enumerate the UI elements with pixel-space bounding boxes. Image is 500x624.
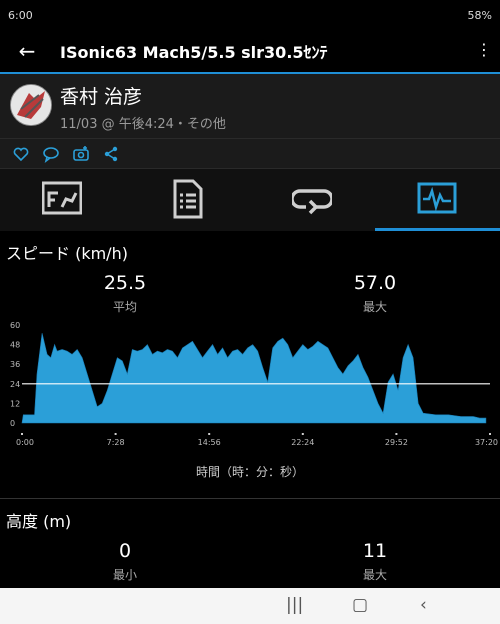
x-tick-mark (395, 433, 398, 435)
y-tick-label: 0 (10, 419, 15, 428)
action-row (0, 138, 500, 169)
share-icon[interactable] (102, 145, 120, 163)
x-tick-mark (21, 433, 23, 435)
speed-section-title: スピード (km/h) (6, 244, 128, 263)
elevation-max-label: 最大 (362, 568, 387, 582)
status-battery: 58% (467, 9, 492, 22)
y-tick-label: 60 (10, 321, 20, 330)
activity-meta: 11/03 @ 午後4:24・その他 (60, 117, 226, 132)
add-photo-icon[interactable] (72, 145, 90, 163)
x-tick-mark (301, 433, 304, 435)
details-icon (173, 179, 203, 219)
x-tick-label: 37:20 (475, 438, 498, 447)
section-divider (0, 498, 500, 499)
x-tick-mark (208, 433, 211, 435)
status-time: 6:00 (8, 9, 33, 22)
elevation-max-value: 11 (362, 540, 388, 562)
system-nav-bar: ||| ▢ ‹ (0, 588, 500, 624)
like-icon[interactable] (12, 145, 30, 163)
speed-average-value: 25.5 (103, 272, 147, 294)
status-bar: 6:00 58% (0, 0, 500, 30)
speed-series-area (21, 333, 487, 424)
x-tick-label: 7:28 (107, 438, 125, 447)
x-tick-label: 29:52 (385, 438, 408, 447)
comment-icon[interactable] (42, 145, 60, 163)
nav-back-icon[interactable]: ‹ (420, 595, 427, 615)
avatar[interactable] (10, 84, 52, 126)
elevation-section-title: 高度 (m) (6, 512, 72, 531)
x-tick-label: 0:00 (16, 438, 34, 447)
charts-icon (417, 182, 457, 214)
laps-icon (292, 189, 332, 215)
app-bar: ← ISonic63 Mach5/5.5 slr30.5ｾﾝﾃ ⋮ (0, 30, 500, 72)
activity-header: 香村 治彦 11/03 @ 午後4:24・その他 (0, 74, 500, 138)
speed-max-value: 57.0 (353, 272, 397, 294)
chart-x-axis-label: 時間（時：分：秒） (195, 465, 304, 479)
speed-average-label: 平均 (112, 300, 137, 314)
x-tick-mark (114, 433, 117, 435)
elevation-min-label: 最小 (112, 568, 137, 582)
tab-charts[interactable] (375, 169, 500, 231)
y-tick-label: 36 (10, 360, 20, 369)
y-tick-label: 12 (10, 399, 20, 408)
home-icon[interactable]: ▢ (352, 595, 368, 615)
back-arrow-icon[interactable]: ← (14, 38, 40, 64)
tab-details[interactable] (125, 169, 250, 231)
user-name[interactable]: 香村 治彦 (60, 82, 142, 109)
y-tick-label: 24 (10, 380, 20, 389)
speed-max-label: 最大 (362, 300, 387, 314)
x-tick-label: 14:56 (198, 438, 221, 447)
speed-chart: 60 48 36 24 12 0 0:00 7:28 14:56 22:24 29:52 37:20 (10, 321, 498, 447)
selected-tab-indicator (375, 228, 500, 231)
x-tick-mark (489, 433, 491, 435)
activity-title: ISonic63 Mach5/5.5 slr30.5ｾﾝﾃ (60, 43, 328, 62)
overflow-menu-icon[interactable]: ⋮ (476, 38, 492, 64)
x-tick-label: 22:24 (291, 438, 314, 447)
tab-bar (0, 168, 500, 231)
recent-apps-icon[interactable]: ||| (286, 595, 303, 615)
summary-icon (42, 181, 82, 215)
elevation-min-value: 0 (118, 540, 132, 562)
tab-laps[interactable] (250, 169, 375, 231)
y-tick-label: 48 (10, 341, 20, 350)
tab-summary[interactable] (0, 169, 125, 231)
